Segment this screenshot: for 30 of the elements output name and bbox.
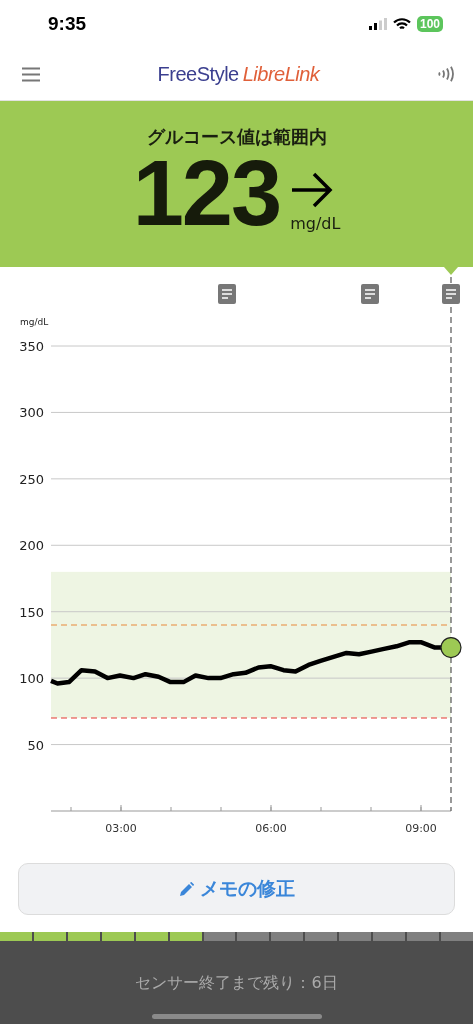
y-axis-unit: mg/dL [20,317,49,327]
current-reading-dot [440,637,462,659]
y-axis-label: 50 [27,737,44,753]
y-axis-label: 300 [19,405,44,421]
x-axis-label: 09:00 [405,822,437,835]
nfc-scan-icon[interactable] [437,66,455,82]
note-icon[interactable] [218,284,236,304]
x-axis-label: 03:00 [105,822,137,835]
signal-icon [368,18,387,30]
menu-icon[interactable] [22,66,40,82]
y-axis-label: 250 [19,471,44,487]
glucose-unit: mg/dL [290,214,341,233]
wifi-icon [392,17,411,31]
glucose-status: グルコース値は範囲内 [146,125,327,149]
y-axis-label: 150 [19,604,44,620]
logo-text: LibreLink [242,62,320,86]
sensor-remaining-text: センサー終了まで残り：6日 [135,973,338,994]
battery-level: 100 [416,16,443,32]
arrow-icon [290,170,335,210]
edit-note-button[interactable]: メモの修正 [18,863,455,915]
note-icon[interactable] [442,284,460,304]
logo-text: FreeStyle [157,62,239,86]
note-icon[interactable] [361,284,379,304]
x-axis-label: 06:00 [255,822,287,835]
y-axis-label: 200 [19,538,44,554]
status-time: 9:35 [48,13,87,35]
pencil-icon [178,881,194,897]
y-axis-label: 100 [19,671,44,687]
glucose-value: 123 [132,151,281,235]
y-axis-label: 350 [19,339,44,354]
